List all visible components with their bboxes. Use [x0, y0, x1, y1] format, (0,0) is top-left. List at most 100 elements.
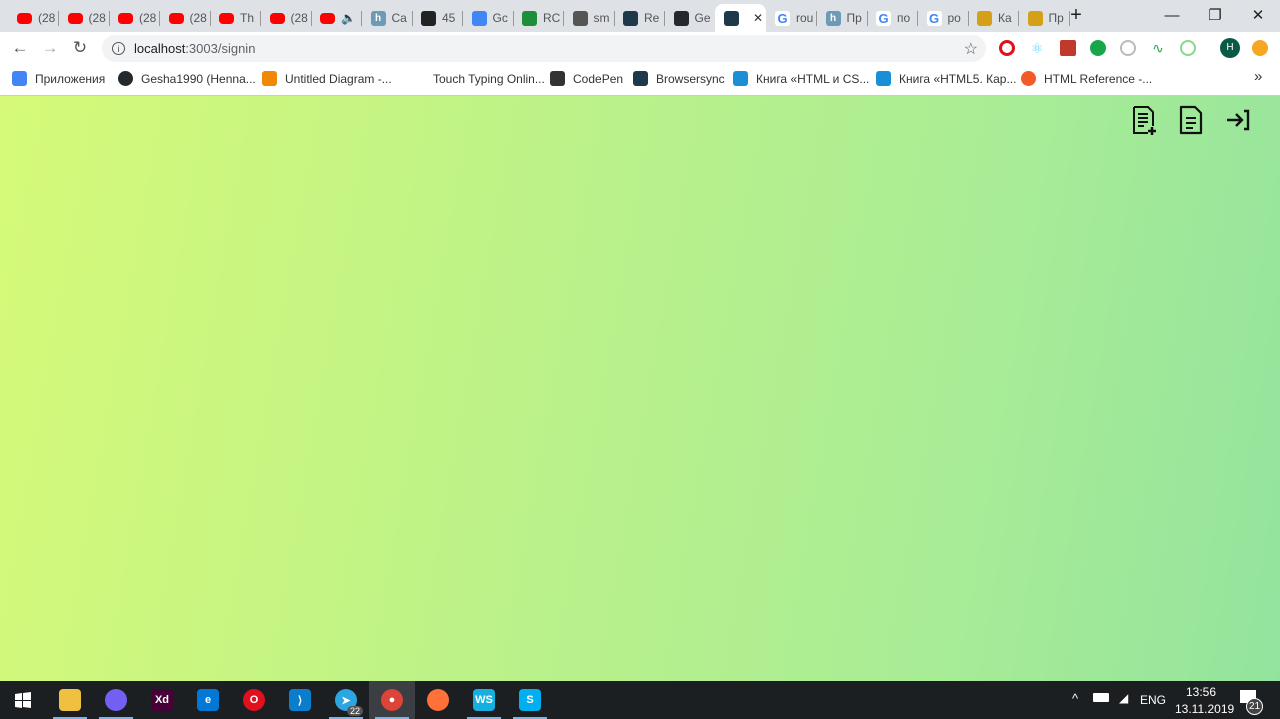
tab[interactable]: h Пр: [817, 4, 868, 32]
bookmark-item[interactable]: Browsersync: [633, 71, 725, 86]
opera-extension-icon[interactable]: [999, 40, 1015, 56]
page-content: [0, 96, 1280, 681]
tab[interactable]: (28: [160, 4, 211, 32]
bookmark-label: Touch Typing Onlin...: [433, 71, 545, 86]
new-tab-button[interactable]: +: [1061, 0, 1091, 30]
file-explorer-icon: [59, 689, 81, 711]
close-window-button[interactable]: ✕: [1235, 0, 1280, 30]
taskbar-firefox[interactable]: [415, 681, 461, 719]
github-icon: [673, 10, 689, 26]
youtube-icon: [269, 12, 285, 24]
sign-in-icon[interactable]: [1224, 105, 1252, 135]
skype-icon: S: [519, 689, 541, 711]
taskbar: Xd e O ⟩ ➤ 22 ● WS S ^ ◢ ENG 13:56 13.11.2019 21: [0, 681, 1280, 719]
tab[interactable]: Ge: [665, 4, 716, 32]
tab[interactable]: RC: [513, 4, 564, 32]
google-icon: G: [926, 10, 942, 26]
bookmark-item[interactable]: Gesha1990 (Henna...: [118, 71, 256, 86]
edge-icon: e: [197, 689, 219, 711]
clock-date[interactable]: 13.11.2019: [1175, 702, 1234, 716]
tab-title: (28: [38, 11, 56, 25]
taskbar-viber[interactable]: [93, 681, 139, 719]
forward-button[interactable]: →: [38, 36, 62, 60]
taskbar-opera[interactable]: O: [231, 681, 277, 719]
youtube-icon: [17, 12, 32, 24]
tab[interactable]: Re: [614, 4, 665, 32]
tab[interactable]: Grou: [766, 4, 817, 32]
codepen-icon: [550, 71, 565, 86]
tab[interactable]: h Ca: [362, 4, 413, 32]
webstorm-icon: WS: [473, 689, 495, 711]
profile-avatar[interactable]: H: [1220, 38, 1240, 58]
bookmark-item[interactable]: Приложения: [12, 71, 105, 86]
bookmark-item[interactable]: CodePen: [550, 71, 623, 86]
tab-active[interactable]: ✕: [715, 4, 766, 32]
bookmark-item[interactable]: Untitled Diagram -...: [262, 71, 392, 86]
tab-title: Ge: [694, 11, 711, 25]
tab[interactable]: Gпо: [867, 4, 918, 32]
taskbar-telegram[interactable]: ➤ 22: [323, 681, 369, 719]
react-devtools-icon[interactable]: ⚛: [1029, 40, 1045, 56]
tab[interactable]: Gро: [918, 4, 969, 32]
tab-title: rou: [796, 11, 814, 25]
show-hidden-icons-button[interactable]: ^: [1072, 691, 1078, 706]
bookmarks-overflow-button[interactable]: »: [1254, 68, 1262, 85]
tab[interactable]: 🔈: [311, 4, 362, 32]
bookmark-item[interactable]: Touch Typing Onlin...: [410, 71, 545, 86]
bookmark-label: CodePen: [573, 71, 624, 86]
taskbar-webstorm[interactable]: WS: [461, 681, 507, 719]
address-bar[interactable]: i localhost:3003/signin ☆: [102, 35, 986, 62]
tab[interactable]: Th: [210, 4, 261, 32]
taskbar-skype[interactable]: S: [507, 681, 553, 719]
taskbar-adobe-xd[interactable]: Xd: [139, 681, 185, 719]
extension-icon[interactable]: [1252, 40, 1268, 56]
restore-button[interactable]: ❐: [1192, 0, 1238, 30]
reload-button[interactable]: ↻: [68, 36, 92, 60]
youtube-icon: [168, 12, 184, 24]
extension-icon[interactable]: ∿: [1150, 40, 1166, 56]
tab[interactable]: (28: [8, 4, 59, 32]
taskbar-chrome[interactable]: ●: [369, 681, 415, 719]
react-icon: [623, 10, 638, 26]
drawio-icon: [262, 71, 277, 86]
language-indicator[interactable]: ENG: [1140, 693, 1166, 707]
tab-title: RC: [543, 11, 561, 25]
tab-title: Re: [644, 11, 660, 25]
bookmark-item[interactable]: Книга «HTML и CS...: [733, 71, 869, 86]
taskbar-vscode[interactable]: ⟩: [277, 681, 323, 719]
bookmark-label: Книга «HTML5. Кар...: [899, 71, 1017, 86]
taskbar-file-explorer[interactable]: [47, 681, 93, 719]
clock-time[interactable]: 13:56: [1186, 685, 1216, 699]
tab[interactable]: (28: [261, 4, 312, 32]
tab[interactable]: Ка: [968, 4, 1019, 32]
wifi-icon[interactable]: ◢: [1119, 691, 1128, 705]
extension-icon[interactable]: [1060, 40, 1076, 56]
firefox-icon: [427, 689, 449, 711]
tab[interactable]: sm: [564, 4, 615, 32]
tab[interactable]: Gc: [463, 4, 514, 32]
extension-icon[interactable]: [1120, 40, 1136, 56]
evernote-extension-icon[interactable]: [1090, 40, 1106, 56]
start-button[interactable]: [0, 681, 46, 719]
taskbar-edge[interactable]: e: [185, 681, 231, 719]
bookmark-label: Приложения: [35, 71, 106, 86]
tab[interactable]: (28: [59, 4, 110, 32]
back-button[interactable]: ←: [8, 36, 32, 60]
react-icon: [633, 71, 648, 86]
tab-close-button[interactable]: ✕: [753, 11, 763, 25]
minimize-button[interactable]: —: [1149, 0, 1195, 30]
document-icon[interactable]: [1177, 105, 1205, 135]
bookmark-star-icon[interactable]: ☆: [964, 39, 978, 59]
tab-title: Gc: [492, 11, 508, 25]
battery-icon[interactable]: [1093, 693, 1109, 702]
tab[interactable]: 45: [412, 4, 463, 32]
info-icon[interactable]: i: [112, 42, 125, 55]
new-document-icon[interactable]: [1130, 105, 1158, 135]
tab[interactable]: (28: [109, 4, 160, 32]
bookmark-item[interactable]: HTML Reference -...: [1021, 71, 1152, 86]
bookmarks-bar: Приложения Gesha1990 (Henna... Untitled Di…: [0, 64, 1280, 96]
globe-icon: [572, 10, 588, 26]
browser-toolbar: ← → ↻ i localhost:3003/signin ☆ ⚛ ∿ H: [0, 32, 1280, 64]
extension-icon[interactable]: [1180, 40, 1196, 56]
bookmark-item[interactable]: Книга «HTML5. Кар...: [876, 71, 1016, 86]
